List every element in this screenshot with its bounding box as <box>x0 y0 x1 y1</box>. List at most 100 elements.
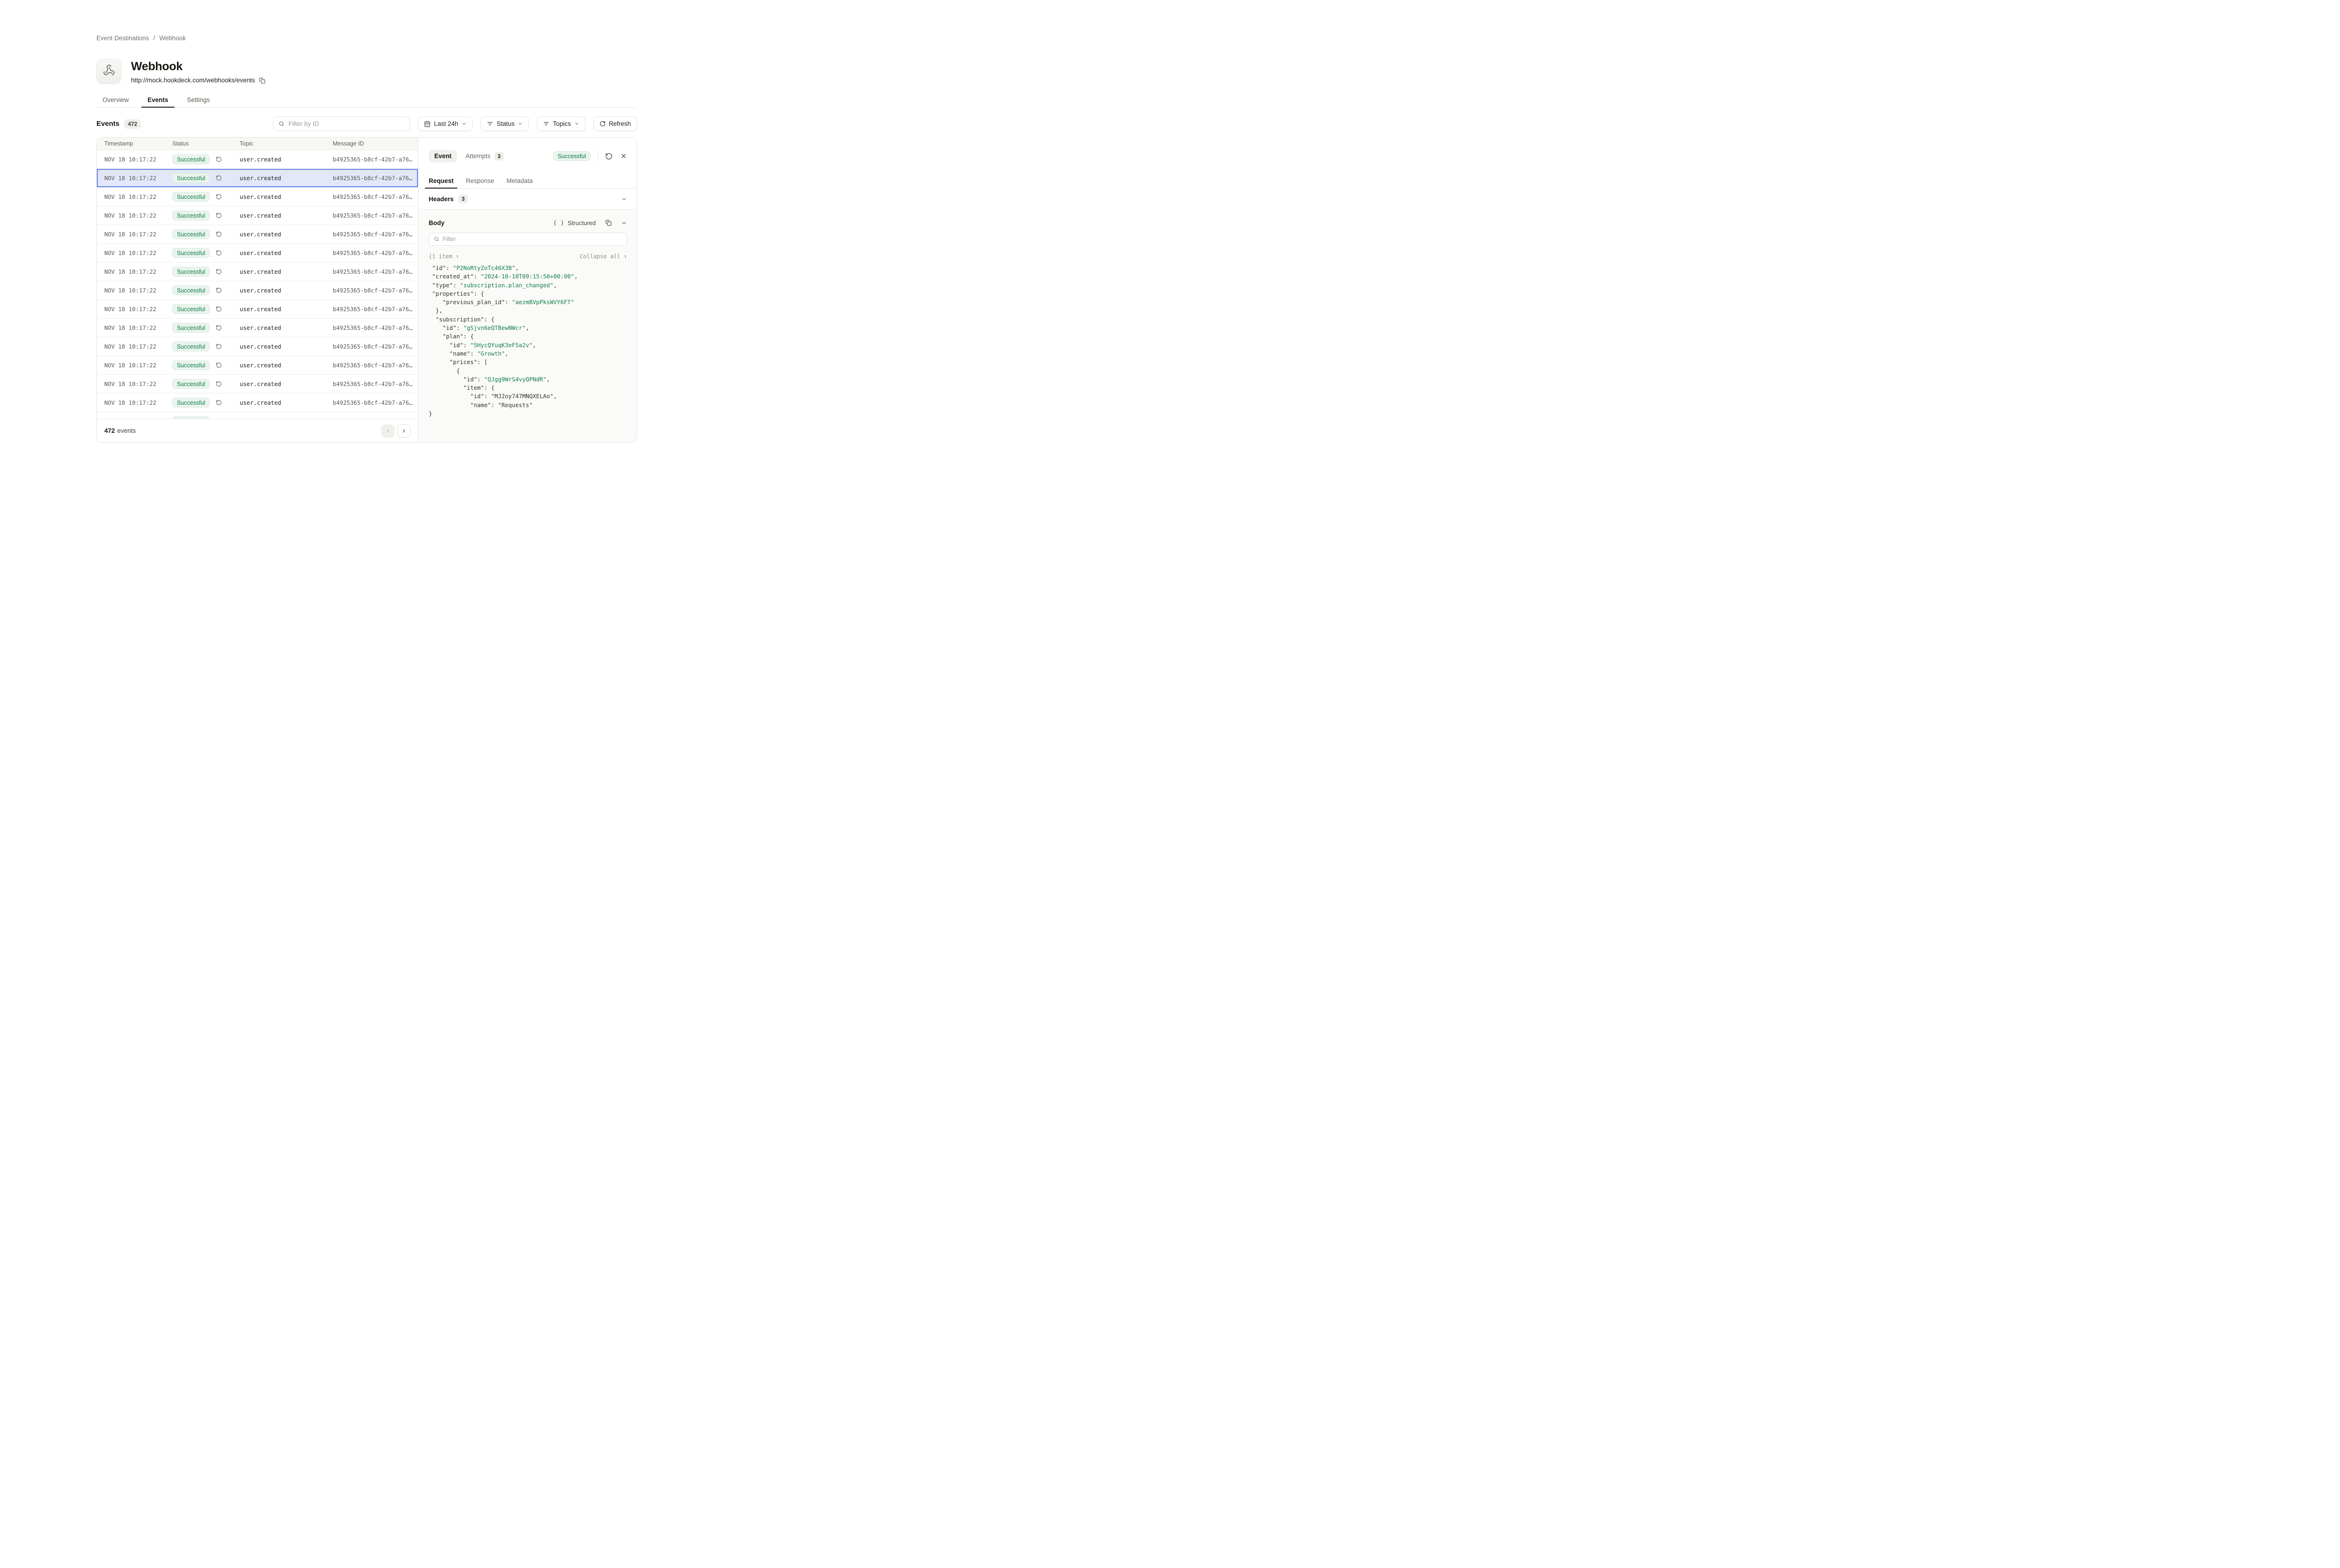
close-icon[interactable] <box>620 153 627 160</box>
retry-icon[interactable] <box>216 231 222 237</box>
retry-icon[interactable] <box>216 343 222 350</box>
retry-icon[interactable] <box>216 325 222 331</box>
table-row[interactable]: NOV 18 10:17:22 Successful user.created … <box>97 375 418 394</box>
collapse-all-button[interactable]: Collapse all ↑ <box>580 253 627 260</box>
breadcrumb-current[interactable]: Webhook <box>159 35 186 42</box>
chevron-down-icon[interactable] <box>621 196 627 202</box>
json-line: "type": "subscription.plan_changed", <box>429 281 627 290</box>
tab-event[interactable]: Event <box>429 150 457 162</box>
topics-filter-button[interactable]: Topics <box>537 117 585 131</box>
attempts-count-badge: 3 <box>494 152 504 160</box>
subtab-response[interactable]: Response <box>466 174 494 188</box>
timestamp-cell: NOV 18 10:17:22 <box>104 362 172 369</box>
body-filter-input[interactable] <box>443 236 622 242</box>
retry-icon[interactable] <box>216 362 222 368</box>
filter-by-id-box <box>273 117 410 131</box>
copy-url-icon[interactable] <box>259 77 265 84</box>
table-header: Timestamp Status Topic Message ID <box>97 138 418 150</box>
table-row[interactable]: NOV 18 10:17:22 Successful user.created … <box>97 281 418 300</box>
status-filter-button[interactable]: Status <box>481 117 529 131</box>
table-row[interactable]: NOV 18 10:17:22 Successful user.created … <box>97 394 418 412</box>
status-cell: Successful <box>172 173 240 183</box>
events-table: Timestamp Status Topic Message ID NOV 18… <box>97 138 418 442</box>
topic-cell: user.created <box>240 156 333 163</box>
json-line: "subscription": { <box>429 315 627 324</box>
table-row[interactable]: NOV 18 10:17:22 Successful user.created … <box>97 263 418 281</box>
retry-icon[interactable] <box>216 306 222 312</box>
topic-cell: user.created <box>240 269 333 275</box>
filter-by-id-input[interactable] <box>288 120 404 127</box>
status-cell: Successful <box>172 360 240 370</box>
status-badge: Successful <box>172 323 210 333</box>
status-badge: Successful <box>172 211 210 220</box>
subtab-metadata[interactable]: Metadata <box>506 174 533 188</box>
chevron-down-icon <box>518 121 523 126</box>
status-badge: Successful <box>172 229 210 239</box>
table-row[interactable]: NOV 18 10:17:22 Successful user.created … <box>97 206 418 225</box>
status-badge: Successful <box>172 398 210 408</box>
status-filter-label: Status <box>497 120 514 127</box>
page-header: Webhook http://mock.hookdeck.com/webhook… <box>96 59 265 84</box>
headers-count-badge: 3 <box>458 195 468 203</box>
headers-label: Headers <box>429 196 453 203</box>
subtab-request[interactable]: Request <box>429 174 453 188</box>
json-line: "item": { <box>429 384 627 392</box>
json-line: } <box>429 409 627 418</box>
tab-overview[interactable]: Overview <box>96 92 135 107</box>
date-range-button[interactable]: Last 24h <box>418 117 473 131</box>
retry-event-icon[interactable] <box>605 153 613 160</box>
table-row[interactable]: NOV 18 10:17:22 Successful user.created … <box>97 356 418 375</box>
message-id-cell: b4925365-b8cf-42b7-a76… <box>333 343 418 350</box>
next-page-button[interactable] <box>397 424 410 438</box>
message-id-cell: b4925365-b8cf-42b7-a76… <box>333 231 418 238</box>
main-tabs: Overview Events Settings <box>96 92 637 108</box>
refresh-button[interactable]: Refresh <box>593 117 637 131</box>
braces-icon: { } <box>553 219 564 226</box>
copy-body-icon[interactable] <box>605 219 612 226</box>
retry-icon[interactable] <box>216 381 222 387</box>
tab-events[interactable]: Events <box>141 92 174 107</box>
table-row[interactable]: NOV 18 10:17:22 Successful user.created … <box>97 319 418 337</box>
retry-icon[interactable] <box>216 156 222 162</box>
tab-attempts[interactable]: Attempts 3 <box>466 152 504 160</box>
table-row[interactable]: NOV 18 10:17:22 Successful user.created … <box>97 300 418 319</box>
filter-lines-icon <box>543 121 549 127</box>
retry-icon[interactable] <box>216 175 222 181</box>
prev-page-button[interactable] <box>381 424 395 438</box>
structured-toggle[interactable]: Structured <box>568 219 596 226</box>
table-row[interactable]: NOV 18 10:17:22 Successful user.created … <box>97 244 418 263</box>
table-row[interactable]: NOV 18 10:17:22 Successful user.created … <box>97 337 418 356</box>
status-badge: Successful <box>172 304 210 314</box>
message-id-cell: b4925365-b8cf-42b7-a76… <box>333 287 418 294</box>
table-row[interactable]: NOV 18 10:17:22 Successful user.created … <box>97 188 418 206</box>
topic-cell: user.created <box>240 306 333 313</box>
page-title: Webhook <box>131 60 265 73</box>
search-icon <box>278 121 285 127</box>
events-heading: Events <box>96 120 119 128</box>
breadcrumb-parent[interactable]: Event Destinations <box>96 35 149 42</box>
retry-icon[interactable] <box>216 250 222 256</box>
collapse-body-icon[interactable] <box>621 220 627 226</box>
json-line: "previous_plan_id": "aezmBVpPksWVY6FT" <box>429 298 627 306</box>
timestamp-cell: NOV 18 10:17:22 <box>104 287 172 294</box>
message-id-cell: b4925365-b8cf-42b7-a76… <box>333 381 418 387</box>
table-row[interactable]: NOV 18 10:17:22 Successful user.created … <box>97 225 418 244</box>
status-badge: Successful <box>172 360 210 370</box>
timestamp-cell: NOV 18 10:17:22 <box>104 269 172 275</box>
items-summary[interactable]: {1 item ↑ <box>429 253 459 260</box>
headers-section-row[interactable]: Headers 3 <box>418 189 636 210</box>
refresh-icon <box>600 121 606 127</box>
tab-settings[interactable]: Settings <box>181 92 216 107</box>
retry-icon[interactable] <box>216 400 222 406</box>
retry-icon[interactable] <box>216 269 222 275</box>
table-row[interactable]: NOV 18 10:17:22 Successful user.created … <box>97 169 418 188</box>
status-badge: Successful <box>172 248 210 258</box>
retry-icon[interactable] <box>216 212 222 219</box>
retry-icon[interactable] <box>216 194 222 200</box>
detail-header: Event Attempts 3 Successful <box>418 138 636 167</box>
timestamp-cell: NOV 18 10:17:22 <box>104 325 172 331</box>
status-cell: Successful <box>172 323 240 333</box>
table-row[interactable]: NOV 18 10:17:22 Successful user.created … <box>97 150 418 169</box>
timestamp-cell: NOV 18 10:17:22 <box>104 212 172 219</box>
retry-icon[interactable] <box>216 287 222 293</box>
